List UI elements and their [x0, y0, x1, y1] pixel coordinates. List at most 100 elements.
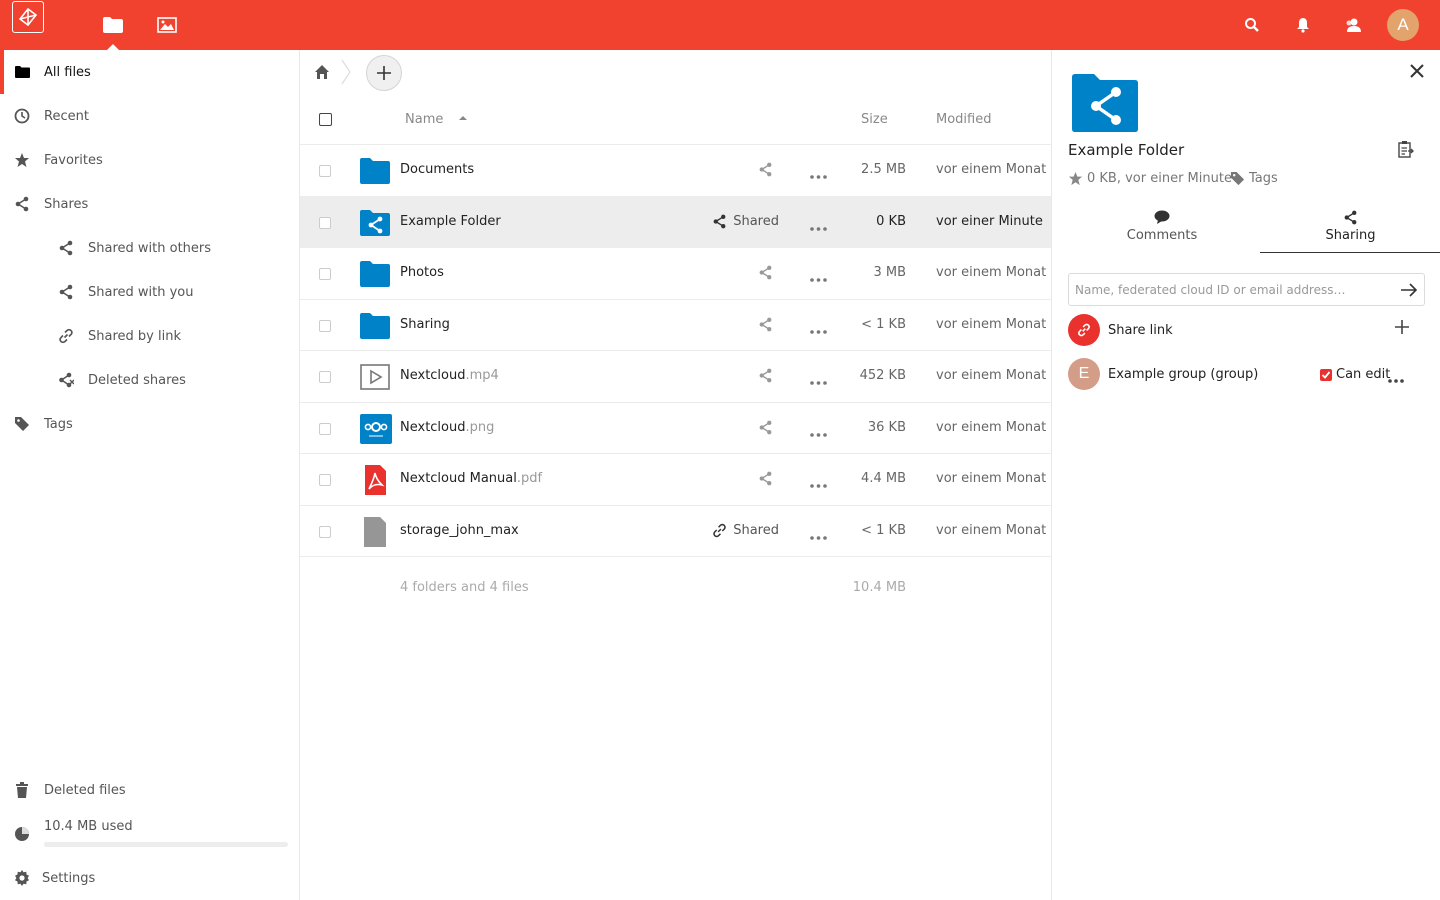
share-icon [14, 196, 30, 212]
row-checkbox[interactable] [319, 422, 331, 435]
share-action[interactable] [758, 162, 779, 177]
share-action[interactable]: Shared [712, 523, 779, 538]
share-icon [758, 317, 773, 332]
table-row[interactable]: Nextcloud Manual.pdf 4.4 MB vor einem Mona… [300, 454, 1051, 506]
table-row[interactable]: Example Folder Shared 0 KB vor einer Minute [300, 196, 1051, 248]
quota-text: 10.4 MB used [44, 819, 133, 834]
more-actions-icon[interactable] [810, 374, 827, 389]
table-row[interactable]: Documents 2.5 MB vor einem Monat [300, 145, 1051, 197]
folder-icon [14, 64, 30, 80]
tags-toggle[interactable]: Tags [1230, 171, 1278, 186]
arrow-right-icon[interactable] [1400, 281, 1418, 299]
nav-tags[interactable]: Tags [0, 402, 299, 446]
user-avatar[interactable]: A [1387, 9, 1419, 41]
share-action[interactable] [758, 317, 779, 332]
home-icon[interactable] [314, 64, 330, 80]
nav-all-files[interactable]: All files [0, 50, 299, 94]
file-name[interactable]: Photos [400, 265, 444, 280]
bell-icon[interactable] [1293, 15, 1313, 35]
table-row[interactable]: Nextcloud.mp4 452 KB vor einem Monat [300, 351, 1051, 403]
share-action[interactable] [758, 265, 779, 280]
more-actions-icon[interactable] [810, 426, 827, 441]
share-action[interactable] [758, 368, 779, 383]
nav-shared-with-others[interactable]: Shared with others [0, 226, 299, 270]
table-row[interactable]: Photos 3 MB vor einem Monat [300, 248, 1051, 300]
table-header: Name Size Modified [300, 96, 1051, 145]
tab-sharing[interactable]: Sharing [1260, 208, 1440, 253]
nextcloud-logo-icon[interactable] [12, 1, 44, 33]
nav-favorites[interactable]: Favorites [0, 138, 299, 182]
share-with-input[interactable] [1068, 273, 1425, 306]
share-icon [58, 240, 74, 256]
more-actions-icon[interactable] [810, 529, 827, 544]
nav-recent[interactable]: Recent [0, 94, 299, 138]
nav-deleted-shares[interactable]: Deleted shares [0, 358, 299, 402]
favorite-star-icon[interactable] [1068, 171, 1083, 186]
share-icon [758, 265, 773, 280]
row-checkbox[interactable] [319, 474, 331, 486]
header-bar: A [0, 0, 1440, 50]
contacts-icon[interactable] [1343, 15, 1363, 35]
sort-by-modified[interactable]: Modified [936, 112, 991, 127]
breadcrumb [300, 50, 1051, 96]
tab-comments[interactable]: Comments [1068, 208, 1256, 253]
nav-shares[interactable]: Shares [0, 182, 299, 226]
select-all-checkbox[interactable] [319, 113, 332, 126]
tag-icon [1230, 171, 1245, 186]
file-modified: vor einem Monat [936, 162, 1047, 177]
file-size: 36 KB [867, 419, 906, 435]
share-recipient-name: Example group (group) [1108, 366, 1259, 382]
table-row[interactable]: Sharing < 1 KB vor einem Monat [300, 300, 1051, 351]
nav-settings[interactable]: Settings [0, 856, 299, 900]
new-file-button[interactable] [366, 55, 402, 91]
search-icon[interactable] [1242, 15, 1262, 35]
more-actions-icon[interactable] [810, 323, 827, 338]
row-checkbox[interactable] [319, 525, 331, 538]
more-actions-icon[interactable] [810, 271, 827, 286]
row-checkbox[interactable] [319, 216, 331, 229]
sort-by-size[interactable]: Size [861, 112, 888, 127]
files-app-folder-icon[interactable] [100, 12, 126, 50]
more-actions-icon[interactable] [810, 220, 827, 235]
share-status: Shared [733, 213, 779, 229]
file-name[interactable]: Sharing [400, 317, 450, 332]
summary-count: 4 folders and 4 files [400, 580, 529, 595]
can-edit-checkbox[interactable]: Can edit [1320, 367, 1390, 382]
table-row[interactable]: storage_john_max Shared < 1 KB vor einem Mo… [300, 506, 1051, 557]
row-checkbox[interactable] [319, 268, 331, 280]
more-actions-icon[interactable] [810, 168, 827, 183]
file-modified: vor einem Monat [936, 522, 1047, 538]
file-name[interactable]: Nextcloud Manual.pdf [400, 471, 542, 486]
file-modified: vor einem Monat [936, 368, 1047, 383]
nav-label: All files [44, 64, 91, 80]
row-checkbox[interactable] [319, 319, 331, 332]
sort-ascending-icon [458, 116, 467, 120]
pdf-file-icon [360, 465, 390, 495]
share-action[interactable] [758, 471, 779, 486]
file-name[interactable]: Nextcloud.png [400, 420, 494, 435]
more-actions-icon[interactable] [810, 477, 827, 492]
row-checkbox[interactable] [319, 165, 331, 177]
gallery-app-image-icon[interactable] [154, 12, 180, 38]
share-action[interactable]: Shared [712, 214, 779, 229]
link-icon [712, 523, 727, 538]
more-options-icon[interactable] [1388, 372, 1404, 387]
nav-shared-by-link[interactable]: Shared by link [0, 314, 299, 358]
file-name[interactable]: Documents [400, 162, 474, 177]
folder-icon [360, 311, 390, 341]
file-name[interactable]: Nextcloud.mp4 [400, 368, 499, 383]
clipboard-icon[interactable] [1398, 140, 1414, 158]
file-size: 0 KB [876, 213, 906, 229]
add-share-link-plus-icon[interactable] [1395, 320, 1409, 334]
share-icon [758, 471, 773, 486]
file-name[interactable]: storage_john_max [400, 523, 519, 538]
close-icon[interactable] [1410, 64, 1426, 80]
shared-folder-icon [360, 208, 390, 238]
file-name[interactable]: Example Folder [400, 214, 501, 229]
file-modified: vor einem Monat [936, 419, 1047, 435]
nav-shared-with-you[interactable]: Shared with you [0, 270, 299, 314]
table-row[interactable]: Nextcloud.png 36 KB vor einem Monat [300, 403, 1051, 454]
share-action[interactable] [758, 420, 779, 435]
sort-by-name[interactable]: Name [405, 112, 468, 127]
row-checkbox[interactable] [319, 371, 331, 383]
